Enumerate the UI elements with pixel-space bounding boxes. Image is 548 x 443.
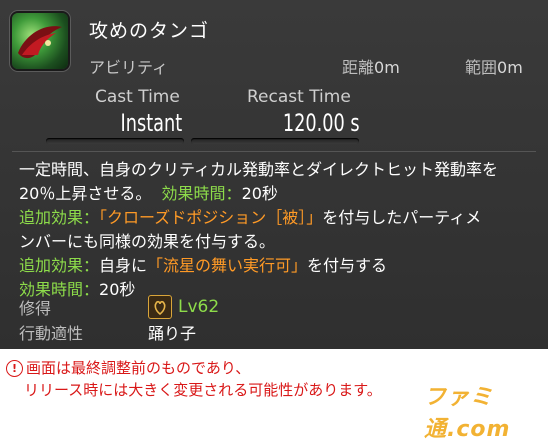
action-description: 一定時間、自身のクリティカル発動率とダイレクトヒット発動率を 20％上昇させる。… — [19, 158, 534, 302]
affinity-value: 踊り子 — [148, 324, 197, 343]
acquire-label: 修得 — [19, 299, 52, 318]
radius-info: 範囲0m — [465, 54, 523, 78]
desc-text: 自身に — [99, 256, 148, 275]
acquire-value: Lv62 — [148, 295, 219, 319]
desc-line: 効果時間：20秒 — [19, 278, 534, 302]
action-name: 攻めのタンゴ — [89, 20, 210, 42]
action-tooltip: 攻めのタンゴ アビリティ 距離0m 範囲0m Cast Time Recast … — [0, 0, 548, 349]
desc-line: 追加効果：「クローズドポジション［被］」を付与したパーティメ — [19, 206, 534, 230]
status-name: 「流星の舞い実行可」 — [147, 256, 308, 275]
desc-text: 一定時間、自身のクリティカル発動率とダイレクトヒット発動率を — [19, 160, 499, 179]
desc-line: 追加効果：自身に「流星の舞い実行可」を付与する — [19, 254, 534, 278]
notice-line-2: リリース時には大きく変更される可能性があります。 — [24, 381, 382, 399]
disclaimer-notice: ! 画面は最終調整前のものであり、 リリース時には大きく変更される可能性があります… — [6, 357, 382, 401]
radius-value: 0m — [497, 58, 523, 77]
duration-value: 20秒 — [241, 184, 278, 203]
recast-time-value: 120.00 s — [283, 109, 360, 137]
site-watermark: ファミ通.com — [424, 385, 511, 442]
dancer-job-icon — [148, 295, 172, 319]
cast-time-value: Instant — [120, 109, 182, 137]
cast-time-label: Cast Time — [95, 87, 180, 107]
divider — [12, 151, 536, 152]
desc-text: 20％上昇させる。 — [19, 184, 152, 203]
recast-time-bar — [191, 138, 359, 144]
additional-effect-label: 追加効果： — [19, 208, 100, 227]
action-type: アビリティ — [89, 58, 169, 77]
duration-label: 効果時間： — [161, 184, 242, 203]
dance-action-icon — [12, 13, 68, 69]
affinity-label: 行動適性 — [19, 324, 84, 343]
cast-time-bar — [46, 138, 184, 144]
desc-text: ンバーにも同様の効果を付与する。 — [19, 232, 276, 251]
desc-text: を付与したパーティメ — [322, 208, 482, 227]
notice-line-1: 画面は最終調整前のものであり、 — [26, 359, 251, 377]
duration-value: 20秒 — [99, 280, 136, 299]
desc-text: を付与する — [307, 256, 388, 275]
status-name: 「クローズドポジション［被］」 — [99, 208, 323, 227]
acquire-level: Lv62 — [178, 297, 220, 317]
range-label: 距離 — [342, 58, 375, 77]
range-value: 0m — [374, 58, 400, 77]
desc-line: ンバーにも同様の効果を付与する。 — [19, 230, 534, 254]
desc-line: 20％上昇させる。 効果時間：20秒 — [19, 182, 534, 206]
exclamation-icon: ! — [6, 360, 23, 377]
additional-effect-label: 追加効果： — [19, 256, 100, 275]
recast-time-label: Recast Time — [247, 87, 351, 107]
range-info: 距離0m — [342, 54, 400, 78]
desc-line: 一定時間、自身のクリティカル発動率とダイレクトヒット発動率を — [19, 158, 534, 182]
radius-label: 範囲 — [465, 58, 498, 77]
